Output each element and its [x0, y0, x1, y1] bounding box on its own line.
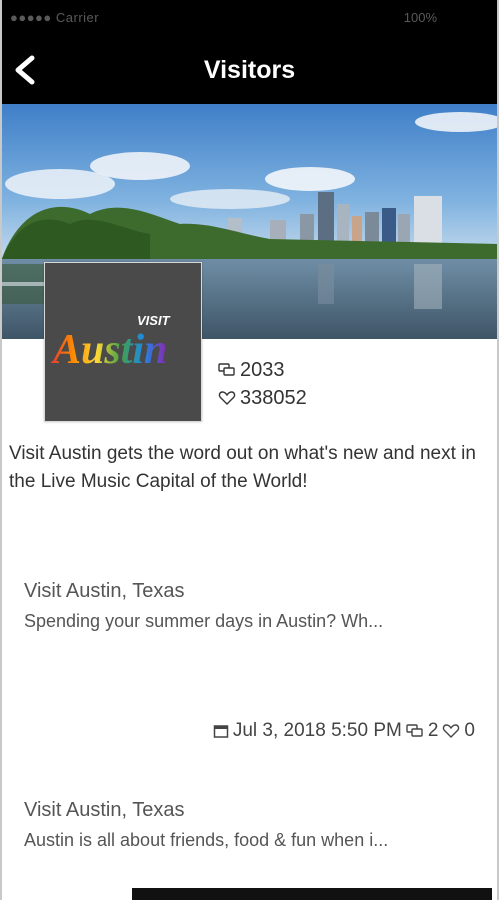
carrier-signal: ●●●●● Carrier: [10, 10, 100, 25]
logo-austin-text: Austin: [50, 327, 167, 373]
post-likes-count: 0: [464, 720, 475, 741]
post-excerpt: Spending your summer days in Austin? Wh.…: [24, 611, 384, 631]
profile-stats: 2033 338052: [218, 356, 307, 412]
comments-count-row: 2033: [218, 356, 307, 384]
page-title: Visitors: [203, 56, 296, 84]
heart-icon: [218, 390, 240, 406]
post-meta: Jul 3, 2018 5:50 PM 2 0: [0, 720, 475, 742]
profile-description: Visit Austin gets the word out on what's…: [9, 443, 476, 492]
app-header: Visitors: [0, 36, 499, 104]
post-title: Visit Austin, Texas: [24, 799, 185, 821]
post-excerpt: Austin is all about friends, food & fun …: [24, 830, 389, 850]
logo-visit-text: VISIT: [137, 313, 171, 328]
battery-level: 100%: [403, 10, 437, 25]
post-comments-count: 2: [427, 720, 439, 741]
likes-count: 338052: [240, 386, 307, 409]
post-item-2[interactable]: Visit Austin, Texas Austin is all about …: [24, 797, 474, 853]
likes-count-row: 338052: [218, 384, 307, 412]
comments-count: 2033: [240, 358, 285, 381]
comments-icon: [406, 723, 424, 739]
status-bar: ●●●●● Carrier 100%: [0, 0, 499, 36]
bottom-bar: [132, 888, 492, 900]
comments-icon: [218, 362, 240, 378]
post-item-1[interactable]: Visit Austin, Texas Spending your summer…: [24, 578, 474, 634]
post-title: Visit Austin, Texas: [24, 580, 185, 602]
profile-logo: VISIT Austin: [44, 262, 202, 422]
calendar-icon: [213, 723, 229, 739]
heart-icon: [442, 723, 460, 739]
post-date: Jul 3, 2018 5:50 PM: [232, 720, 402, 741]
